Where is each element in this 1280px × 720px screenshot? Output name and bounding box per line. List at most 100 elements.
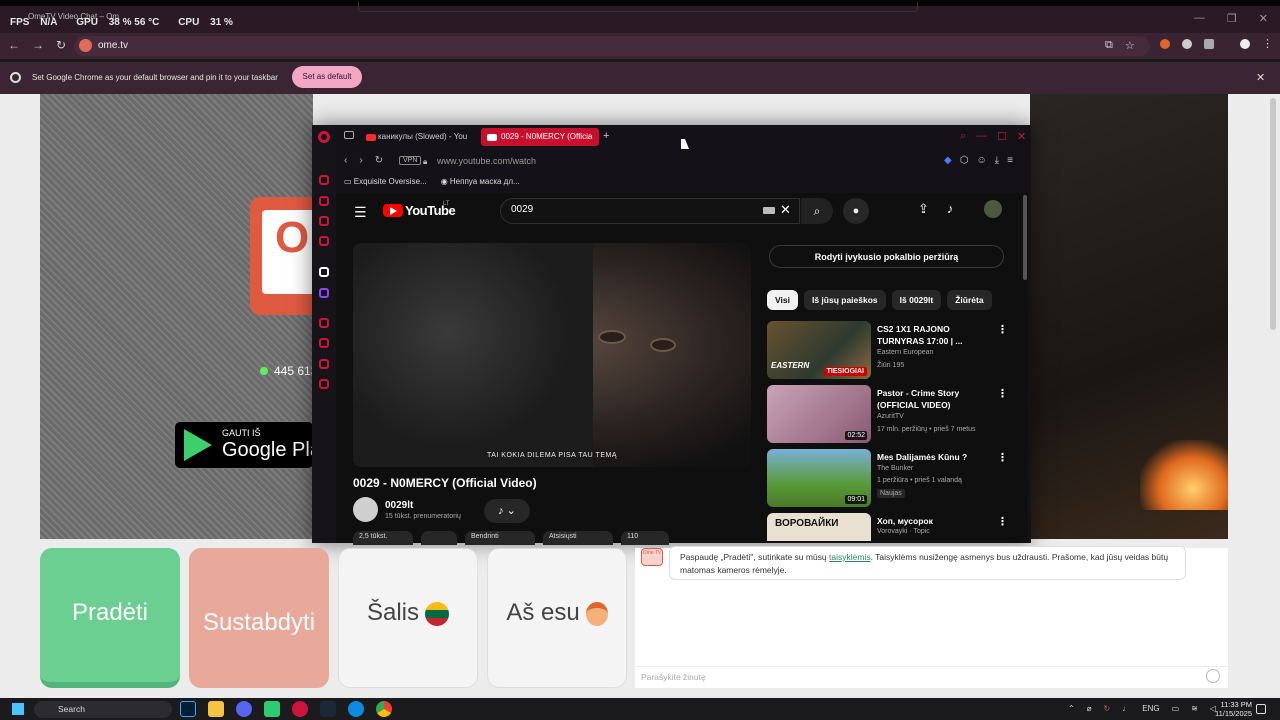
sidebar-app-icon[interactable] [319, 267, 329, 277]
bookmark-item[interactable]: ▭ Exquisite Oversise... [344, 177, 427, 186]
extensions-puzzle-icon[interactable] [1204, 39, 1214, 49]
recommendation-title[interactable]: Mes Dalijamės Kūnu ? [877, 451, 987, 463]
emoji-icon[interactable] [1206, 669, 1220, 683]
opera-tab-2[interactable]: 0029 - N0MERCY (Officia [481, 128, 599, 146]
gender-button[interactable]: Aš esu [487, 548, 627, 688]
more-options-icon[interactable]: ⋮ [997, 323, 1008, 336]
profile-icon[interactable]: ☺ [976, 155, 986, 166]
file-explorer-icon[interactable] [208, 701, 224, 717]
extensions-icon[interactable]: ⬡ [960, 155, 969, 166]
back-icon[interactable]: ← [8, 38, 20, 52]
close-icon[interactable]: ✕ [1256, 71, 1265, 84]
forward-icon[interactable]: → [32, 38, 44, 52]
discord-icon[interactable] [236, 701, 252, 717]
message-input[interactable]: Parašykite žinutę [635, 666, 1228, 688]
search-button[interactable]: ⌕ [801, 198, 833, 224]
like-button[interactable]: 2,5 tūkst. [353, 531, 413, 545]
search-value[interactable]: 0029 [511, 204, 533, 215]
keyboard-icon[interactable] [763, 207, 775, 214]
show-chat-replay-button[interactable]: Rodyti įvykusio pokalbio peržiūrą [769, 245, 1004, 268]
recommendation-item[interactable]: 09:01 Mes Dalijamės Kūnu ? The Bunker 1 … [767, 449, 1017, 509]
clear-search-icon[interactable]: ✕ [780, 202, 791, 218]
sync-icon[interactable]: ↻ [1104, 704, 1111, 713]
extension-icon[interactable] [1160, 39, 1170, 49]
history-icon[interactable] [319, 338, 329, 348]
more-options-icon[interactable]: ⋮ [997, 451, 1008, 464]
upload-icon[interactable]: ⇪ [918, 201, 929, 217]
minimize-icon[interactable]: — [976, 130, 987, 143]
maximize-icon[interactable]: ❐ [1227, 12, 1237, 25]
microphone-icon[interactable]: ♩ [1122, 704, 1130, 713]
scrollbar[interactable] [1023, 195, 1027, 280]
monitor-icon[interactable]: ▭ [1172, 704, 1180, 713]
more-options-icon[interactable]: ⋮ [997, 515, 1008, 528]
recommendation-channel[interactable]: Eastern European [877, 349, 933, 356]
sidebar-chat-icon[interactable] [319, 359, 329, 369]
recommendation-item[interactable]: EASTERN TIESIOGIAI CS2 1X1 RAJONO TURNYR… [767, 321, 1017, 381]
dislike-button[interactable] [421, 531, 457, 545]
start-button[interactable]: Pradėti [40, 548, 180, 688]
omnibox[interactable] [74, 36, 1150, 56]
download-icon[interactable]: ⤓ [995, 155, 999, 166]
channel-avatar[interactable] [353, 497, 378, 522]
maximize-icon[interactable]: ☐ [997, 130, 1007, 143]
app-icon[interactable] [264, 701, 280, 717]
recommendation-item[interactable]: ВОРОВАЙКИ Хоп, мусорок Vorovayki · Topic… [767, 513, 1017, 541]
minimize-icon[interactable]: — [1194, 12, 1205, 25]
share-button[interactable]: Bendrinti [465, 531, 535, 545]
video-thumbnail[interactable]: ВОРОВАЙКИ [767, 513, 871, 541]
sidebar-player-icon[interactable] [319, 318, 329, 328]
country-button[interactable]: Šalis [338, 548, 478, 688]
chip-watched[interactable]: Žiūrėta [947, 290, 992, 310]
channel-name[interactable]: 0029lt [385, 500, 413, 511]
back-icon[interactable]: ‹ [344, 155, 347, 166]
extension-icon[interactable] [1182, 39, 1192, 49]
video-thumbnail[interactable]: 02:52 [767, 385, 871, 443]
sidebar-workspace-icon[interactable] [319, 236, 329, 246]
network-off-icon[interactable]: ⌀ [1087, 704, 1092, 713]
steam-icon[interactable] [320, 701, 336, 717]
url-text[interactable]: ome.tv [98, 40, 128, 51]
photoshop-icon[interactable] [180, 701, 196, 717]
avatar[interactable] [984, 200, 1002, 218]
opera-logo-icon[interactable] [318, 131, 330, 143]
notification-icon[interactable] [1256, 704, 1266, 714]
forward-icon[interactable]: › [359, 155, 362, 166]
reload-icon[interactable]: ↻ [56, 38, 66, 52]
close-icon[interactable]: ✕ [1259, 12, 1268, 25]
more-options-icon[interactable]: ⋮ [997, 387, 1008, 400]
bookmark-item[interactable]: ◉ Неппуа маска дл... [441, 177, 520, 186]
subscription-bell-button[interactable]: ♪ ⌄ [484, 499, 530, 523]
opera-url[interactable]: www.youtube.com/watch [437, 156, 536, 166]
search-input[interactable] [500, 198, 800, 224]
scrollbar[interactable] [1270, 98, 1276, 330]
recommendation-channel[interactable]: AzuritTV [877, 413, 904, 420]
set-as-default-button[interactable]: Set as default [292, 66, 362, 88]
recommendation-item[interactable]: 02:52 Pastor - Crime Story (OFFICIAL VID… [767, 385, 1017, 445]
cast-icon[interactable]: ⧉ [1105, 39, 1113, 52]
chrome-icon[interactable] [376, 701, 392, 717]
sidebar-messenger-icon[interactable] [319, 216, 329, 226]
tab-islands-icon[interactable] [344, 131, 354, 139]
sidebar-tabs-icon[interactable] [319, 196, 329, 206]
bell-icon[interactable]: ♪ [947, 201, 954, 217]
recommendation-channel[interactable]: Vorovayki · Topic [877, 528, 930, 535]
voice-search-button[interactable]: ● [843, 198, 869, 224]
clock[interactable]: 11:33 PM 11/15/2025 [1212, 700, 1252, 718]
rules-link[interactable]: taisyklėmis [829, 552, 871, 562]
recommendation-title[interactable]: Хоп, мусорок [877, 515, 987, 527]
profile-icon[interactable] [1240, 39, 1250, 49]
wallet-icon[interactable]: ◆ [944, 155, 952, 166]
twitch-icon[interactable] [319, 288, 329, 298]
menu-dots-icon[interactable]: ⋮ [1262, 39, 1273, 50]
stop-button[interactable]: Sustabdyti [189, 548, 329, 688]
search-icon[interactable]: ⌕ [960, 130, 966, 143]
settings-icon[interactable] [319, 379, 329, 389]
language[interactable]: ENG [1142, 704, 1159, 713]
recommendation-title[interactable]: CS2 1X1 RAJONO TURNYRAS 17:00 | ... [877, 323, 987, 347]
video-thumbnail[interactable]: 09:01 [767, 449, 871, 507]
opera-icon[interactable] [292, 701, 308, 717]
video-thumbnail[interactable]: EASTERN TIESIOGIAI [767, 321, 871, 379]
reload-icon[interactable]: ↻ [375, 155, 383, 166]
taskbar-search[interactable]: Search [34, 701, 172, 718]
